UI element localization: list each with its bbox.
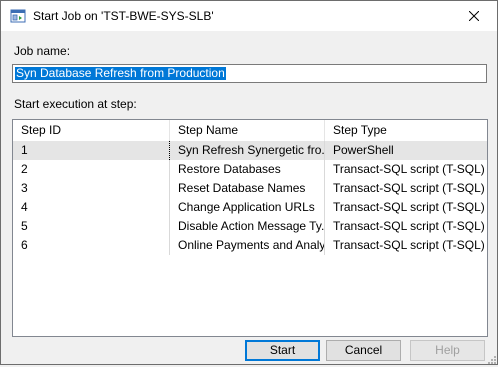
close-icon [469, 11, 479, 21]
step-id-cell: 3 [13, 179, 170, 198]
table-row[interactable]: 6 Online Payments and Analy... Transact-… [13, 236, 487, 255]
job-name-label: Job name: [14, 44, 71, 58]
cancel-button[interactable]: Cancel [326, 340, 401, 361]
step-id-cell: 1 [13, 141, 170, 160]
step-name-cell: Disable Action Message Ty... [170, 217, 325, 236]
job-name-field[interactable]: Syn Database Refresh from Production [12, 64, 487, 83]
step-type-cell: Transact-SQL script (T-SQL) [333, 162, 485, 176]
step-name-cell: Online Payments and Analy... [170, 236, 325, 255]
step-name-cell: Syn Refresh Synergetic fro... [170, 141, 325, 160]
start-job-dialog: Start Job on 'TST-BWE-SYS-SLB' Job name:… [0, 0, 498, 365]
step-name-cell: Reset Database Names [170, 179, 325, 198]
job-name-value: Syn Database Refresh from Production [15, 66, 226, 80]
column-header-step-type[interactable]: Step Type [325, 120, 487, 141]
table-row[interactable]: 4 Change Application URLs Transact-SQL s… [13, 198, 487, 217]
close-button[interactable] [451, 1, 497, 31]
window-title: Start Job on 'TST-BWE-SYS-SLB' [33, 9, 214, 23]
table-row[interactable]: 3 Reset Database Names Transact-SQL scri… [13, 179, 487, 198]
table-row[interactable]: 2 Restore Databases Transact-SQL script … [13, 160, 487, 179]
step-type-cell: Transact-SQL script (T-SQL) [333, 219, 485, 233]
step-type-cell: Transact-SQL script (T-SQL) [333, 181, 485, 195]
start-step-label: Start execution at step: [14, 97, 137, 111]
sql-agent-job-icon [10, 8, 26, 24]
step-type-cell: Transact-SQL script (T-SQL) [333, 200, 485, 214]
steps-grid[interactable]: Step ID Step Name Step Type 1 Syn Refres… [12, 119, 488, 337]
column-header-step-id[interactable]: Step ID [13, 120, 170, 141]
column-header-step-name[interactable]: Step Name [170, 120, 325, 141]
grid-header: Step ID Step Name Step Type [13, 120, 487, 142]
help-button[interactable]: Help [410, 340, 485, 361]
title-bar[interactable]: Start Job on 'TST-BWE-SYS-SLB' [1, 1, 497, 31]
step-name-cell: Restore Databases [170, 160, 325, 179]
table-row[interactable]: 1 Syn Refresh Synergetic fro... PowerShe… [13, 141, 487, 160]
step-name-cell: Change Application URLs [170, 198, 325, 217]
step-type-cell: PowerShell [333, 143, 394, 157]
step-id-cell: 2 [13, 160, 170, 179]
step-id-cell: 6 [13, 236, 170, 255]
step-id-cell: 5 [13, 217, 170, 236]
step-id-cell: 4 [13, 198, 170, 217]
resize-grip-icon[interactable] [486, 353, 496, 364]
start-button[interactable]: Start [245, 340, 320, 361]
step-type-cell: Transact-SQL script (T-SQL) [333, 238, 485, 252]
table-row[interactable]: 5 Disable Action Message Ty... Transact-… [13, 217, 487, 236]
